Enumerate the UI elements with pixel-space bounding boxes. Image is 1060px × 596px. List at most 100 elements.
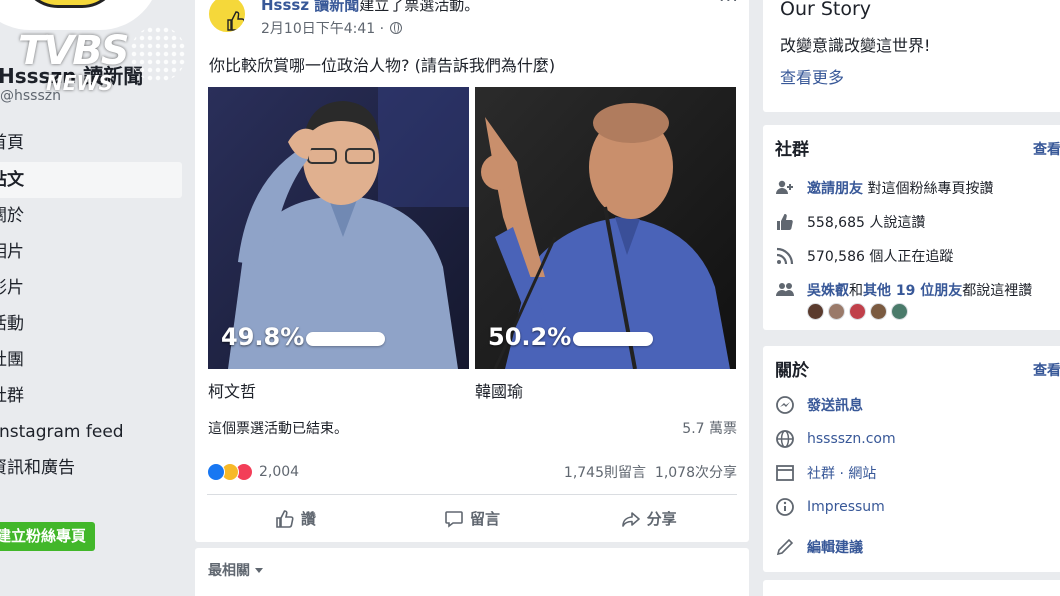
like-reaction-icon (207, 463, 225, 481)
post-author-link[interactable]: Hsssz 讀新聞 (261, 0, 359, 14)
category-link[interactable]: 社群 · 網站 (807, 463, 876, 483)
share-label: 分享 (646, 510, 677, 528)
avatar[interactable] (891, 303, 908, 320)
avatar[interactable] (849, 303, 866, 320)
impressum-link[interactable]: Impressum (807, 499, 885, 515)
globe-icon (390, 22, 403, 34)
community-see-all-link[interactable]: 查看 (1033, 139, 1060, 159)
reactions-summary[interactable]: 2,004 (207, 462, 299, 482)
story-see-more-link[interactable]: 查看更多 (780, 64, 844, 88)
create-page-button[interactable]: 建立粉絲專頁 (0, 522, 95, 551)
friend-avatars (807, 303, 912, 320)
page-nav-list: 首頁 貼文 關於 相片 影片 活動 社團 社群 Instagram feed 資… (0, 124, 182, 486)
comment-count[interactable]: 1,745則留言 (564, 465, 646, 481)
poll-option-2-bar (573, 332, 653, 346)
send-message-link[interactable]: 發送訊息 (807, 395, 863, 415)
caret-down-icon (255, 568, 263, 573)
nav-item-about[interactable]: 關於 (0, 198, 182, 234)
post-time-text: 2月10日下午4:41 · (261, 21, 385, 37)
profile-logo-shape (20, 0, 120, 8)
friends-like-row: 吳姝叡和其他 19 位朋友 都說這裡讚 (775, 279, 1032, 301)
post-more-options-icon[interactable]: ··· (719, 0, 739, 11)
story-text: 改變意識改變這世界! (780, 36, 931, 55)
share-button[interactable]: 分享 (560, 495, 737, 542)
messenger-icon (776, 396, 794, 414)
poll-post-card: Hsssz 讀新聞建立了票選活動。 2月10日下午4:41 · ··· 你比較欣… (195, 0, 749, 542)
about-title: 關於 (775, 361, 809, 381)
post-author-avatar[interactable] (207, 0, 247, 34)
followers-row: 570,586 個人正在追蹤 (775, 245, 953, 267)
post-action-text: 建立了票選活動。 (359, 0, 480, 14)
invite-friends-row: 邀請朋友 對這個粉絲專頁按讚 (775, 177, 993, 199)
poll-vote-count[interactable]: 5.7 萬票 (682, 418, 737, 438)
thumbs-up-icon (225, 10, 245, 32)
impressum-row: Impressum (775, 496, 885, 518)
likes-count-text: 558,685 人說這讚 (807, 215, 926, 231)
pencil-icon (776, 538, 794, 556)
watermark-brand: TVBS (18, 28, 130, 74)
poll-option-2-name: 韓國瑜 (475, 382, 524, 401)
website-link[interactable]: hsssszn.com (807, 431, 896, 447)
poll-question: 你比較欣賞哪一位政治人物? (請告訴我們為什麼) (209, 56, 556, 75)
thumbs-up-icon (777, 214, 793, 230)
like-icon (276, 509, 294, 528)
followers-count-text: 570,586 個人正在追蹤 (807, 249, 954, 265)
nav-item-events[interactable]: 活動 (0, 306, 182, 342)
rss-follow-icon (776, 247, 794, 265)
comment-icon (445, 510, 463, 528)
share-icon (621, 511, 640, 527)
avatar[interactable] (870, 303, 887, 320)
nav-item-instagram-feed[interactable]: Instagram feed (0, 414, 182, 450)
likes-row: 558,685 人說這讚 (775, 211, 925, 233)
tvbs-news-watermark: TVBS NEWS (18, 16, 186, 95)
community-title: 社群 (775, 140, 809, 160)
friend-name-link[interactable]: 吳姝叡 (807, 280, 849, 300)
left-navigation: Hssszn 讀新聞 @hssszn TVBS NEWS 首頁 貼文 關於 相片… (0, 0, 194, 596)
comment-label: 留言 (470, 510, 501, 528)
poll-option-photo-2[interactable]: 50.2% (475, 87, 736, 369)
other-friends-link[interactable]: 其他 19 位朋友 (863, 280, 962, 300)
globe-icon (776, 430, 794, 448)
invite-friends-link[interactable]: 邀請朋友 (807, 178, 863, 198)
our-story-card: Our Story 改變意識改變這世界! 查看更多 (763, 0, 1060, 112)
share-count[interactable]: 1,078次分享 (655, 465, 737, 481)
poll-option-1-percent: 49.8% (221, 323, 305, 351)
sort-label: 最相關 (208, 563, 250, 579)
website-row: hsssszn.com (775, 428, 896, 450)
nav-item-posts[interactable]: 貼文 (0, 162, 182, 198)
poll-option-1-bar (306, 332, 385, 346)
invite-friends-text: 對這個粉絲專頁按讚 (867, 181, 994, 197)
post-timestamp[interactable]: 2月10日下午4:41 · (261, 18, 403, 38)
info-icon (776, 498, 794, 516)
poll-ended-notice: 這個票選活動已結束。 (208, 421, 348, 437)
nav-item-community[interactable]: 社群 (0, 378, 182, 414)
invite-friends-icon (776, 180, 793, 194)
post-action-bar: 讚 留言 分享 (207, 494, 737, 542)
nav-item-videos[interactable]: 影片 (0, 270, 182, 306)
about-see-all-link[interactable]: 查看 (1033, 360, 1060, 380)
engagement-counts: 1,745則留言 1,078次分享 (564, 462, 737, 482)
nav-item-photos[interactable]: 相片 (0, 234, 182, 270)
avatar[interactable] (828, 303, 845, 320)
send-message-row: 發送訊息 (775, 394, 863, 416)
poll-option-1-name: 柯文哲 (208, 382, 257, 401)
comments-sort-dropdown[interactable]: 最相關 (208, 560, 263, 580)
watermark-dots-icon (130, 26, 186, 82)
story-title: Our Story (780, 0, 872, 20)
nav-item-groups[interactable]: 社團 (0, 342, 182, 378)
friends-rest-text: 都說這裡讚 (962, 283, 1033, 299)
friends-icon (776, 283, 794, 296)
comments-sort-card: 最相關 (195, 548, 749, 596)
suggest-edits-row: 編輯建議 (775, 536, 863, 558)
poll-option-2-percent: 50.2% (488, 323, 572, 351)
nav-item-info-and-ads[interactable]: 資訊和廣告 (0, 450, 182, 486)
suggest-edits-link[interactable]: 編輯建議 (807, 537, 863, 557)
nav-item-home[interactable]: 首頁 (0, 124, 182, 162)
comment-button[interactable]: 留言 (384, 495, 561, 542)
poll-option-photo-1[interactable]: 49.8% (208, 87, 469, 369)
about-card: 關於 查看 發送訊息 hsssszn.com 社群 · 網站 Impressum… (763, 346, 1060, 572)
like-button[interactable]: 讚 (207, 495, 384, 542)
avatar[interactable] (807, 303, 824, 320)
next-sidebar-card (763, 580, 1060, 596)
friends-and: 和 (849, 283, 863, 299)
